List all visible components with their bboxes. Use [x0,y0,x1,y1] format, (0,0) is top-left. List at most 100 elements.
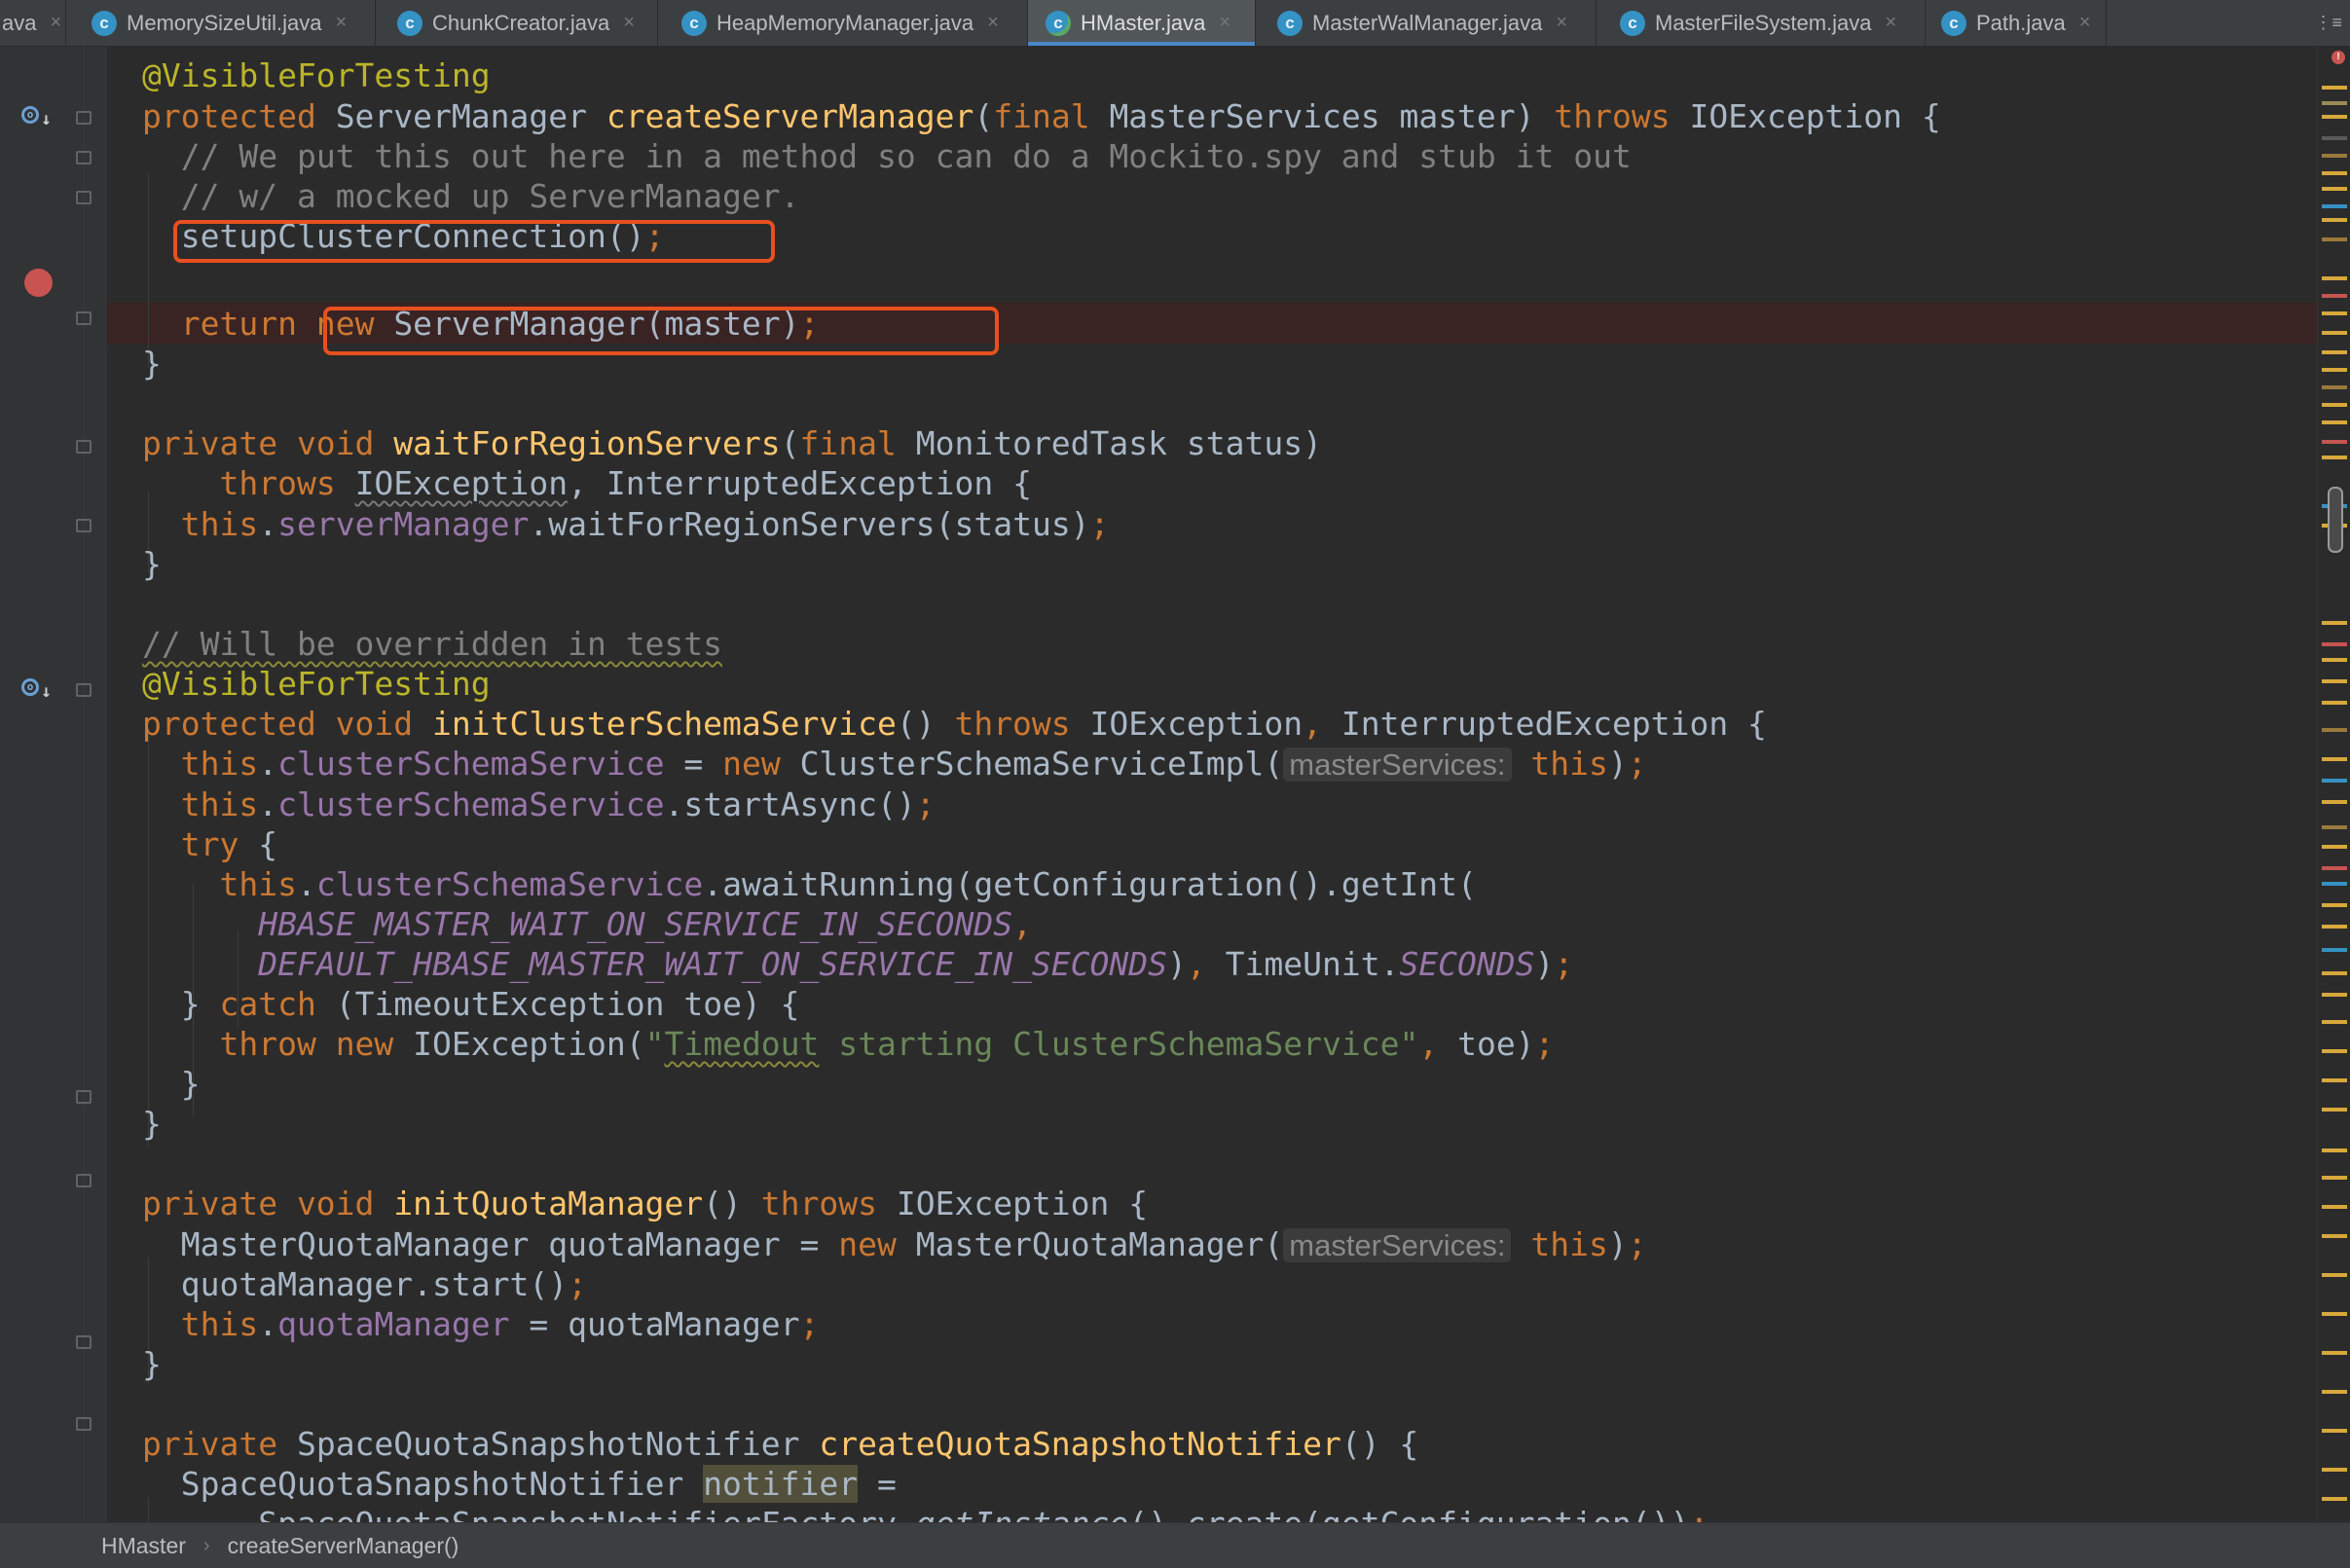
tab-partial[interactable]: ava × [0,0,66,46]
code-line-11[interactable]: this.serverManager.waitForRegionServers(… [142,504,1110,545]
constructor-call: MasterQuotaManager( [915,1225,1284,1263]
scrollbar-thumb[interactable] [2328,487,2343,553]
keyword: this [1511,745,1608,783]
tab-masterwalmanager[interactable]: c MasterWalManager.java × [1256,0,1597,46]
fold-marker-icon[interactable] [76,1417,92,1431]
close-icon[interactable]: × [987,12,999,34]
error-indicator-icon[interactable]: ! [2332,51,2345,64]
code-line-36[interactable]: SpaceQuotaSnapshotNotifierFactory.getIns… [142,1504,1708,1522]
semicolon: ; [1627,745,1647,783]
close-icon[interactable]: × [1219,12,1230,34]
code-line-28[interactable]: private void initQuotaManager() throws I… [142,1184,1148,1224]
code-line-25[interactable]: } [142,1064,201,1105]
code-line-24[interactable]: throw new IOException("Timedout starting… [142,1024,1554,1065]
semicolon: ; [915,785,936,823]
override-method-icon[interactable]: o ↓ [21,675,52,702]
punct: ( [973,97,994,135]
error-stripe[interactable] [2317,47,2350,1522]
tab-heapmemorymanager[interactable]: c HeapMemoryManager.java × [658,0,1028,46]
code-line-4[interactable]: // w/ a mocked up ServerManager. [142,176,800,217]
type: TimeUnit. [1225,945,1400,983]
close-icon[interactable]: × [50,12,61,34]
editor-gutter[interactable] [0,47,107,1522]
c-class-locked-icon: c [1941,10,1966,36]
keyword: new [838,1225,916,1263]
fold-marker-icon[interactable] [76,1090,92,1104]
exception-warning: IOException [354,464,569,502]
fold-marker-icon[interactable] [76,683,92,697]
tab-label: HMaster.java [1081,10,1206,35]
keyword: final [799,424,916,462]
static-method-call: getInstance [916,1505,1129,1522]
punct: . [258,505,278,543]
code-line-1[interactable]: @VisibleForTesting [142,55,491,96]
close-icon[interactable]: × [1886,12,1897,34]
tab-chunkcreator[interactable]: c ChunkCreator.java × [376,0,658,46]
code-line-26[interactable]: } [142,1104,162,1145]
code-line-18[interactable]: this.clusterSchemaService.startAsync(); [142,784,936,825]
keyword: this [180,785,259,823]
code-line-3[interactable]: // We put this out here in a method so c… [142,136,1632,177]
method-name: initClusterSchemaService [432,705,897,743]
code-line-21[interactable]: HBASE_MASTER_WAIT_ON_SERVICE_IN_SECONDS, [142,904,1032,945]
fold-marker-icon[interactable] [76,111,92,125]
tab-hmaster[interactable]: c HMaster.java × [1028,0,1256,46]
code-line-34[interactable]: private SpaceQuotaSnapshotNotifier creat… [142,1424,1418,1465]
field: serverManager [277,505,530,543]
keyword: new [722,745,800,783]
fold-marker-icon[interactable] [76,191,92,204]
semicolon: ; [799,1305,820,1343]
code-line-22[interactable]: DEFAULT_HBASE_MASTER_WAIT_ON_SERVICE_IN_… [142,944,1573,985]
fold-marker-icon[interactable] [76,311,92,325]
exception: IOException [1089,705,1304,743]
annotation: @VisibleForTesting [142,56,491,94]
breadcrumb-method[interactable]: createServerManager() [228,1533,459,1559]
fold-marker-icon[interactable] [76,519,92,532]
code-line-30[interactable]: quotaManager.start(); [142,1264,587,1305]
breadcrumb-class[interactable]: HMaster [101,1533,186,1559]
fold-marker-icon[interactable] [76,151,92,164]
brace: } [142,545,162,583]
semicolon: ; [1089,505,1110,543]
code-line-12[interactable]: } [142,544,162,585]
tab-memorysizeutil[interactable]: c MemorySizeUtil.java × [66,0,376,46]
fold-marker-icon[interactable] [76,1335,92,1349]
code-line-2[interactable]: protected ServerManager createServerMana… [142,96,1941,137]
keyword: return [180,305,316,343]
code-line-31[interactable]: this.quotaManager = quotaManager; [142,1304,820,1345]
code-line-15[interactable]: @VisibleForTesting [142,664,491,705]
tab-label: HeapMemoryManager.java [716,10,974,35]
code-line-29[interactable]: MasterQuotaManager quotaManager = new Ma… [142,1224,1647,1265]
code-line-14[interactable]: // Will be overridden in tests [142,624,722,665]
annotation: @VisibleForTesting [142,665,491,703]
breakpoint-icon[interactable] [24,269,53,297]
code-line-35[interactable]: SpaceQuotaSnapshotNotifier notifier = [142,1464,897,1505]
fold-marker-icon[interactable] [76,440,92,454]
code-line-16[interactable]: protected void initClusterSchemaService(… [142,704,1767,745]
code-line-9[interactable]: private void waitForRegionServers(final … [142,423,1322,464]
tab-label: MemorySizeUtil.java [127,10,322,35]
keyword: protected void [142,705,433,743]
code-editor[interactable]: @VisibleForTesting protected ServerManag… [107,47,2317,1522]
close-icon[interactable]: × [2079,12,2091,34]
keyword: this [180,505,259,543]
tab-path[interactable]: c Path.java × [1926,0,2107,46]
code-line-23[interactable]: } catch (TimeoutException toe) { [142,984,800,1025]
tab-overflow-menu-icon[interactable]: ⋮≡ [2314,0,2342,46]
code-line-20[interactable]: this.clusterSchemaService.awaitRunning(g… [142,864,1476,905]
close-icon[interactable]: × [623,12,635,34]
close-icon[interactable]: × [1556,12,1567,34]
keyword: throws [954,705,1090,743]
keyword: final [993,97,1110,135]
code-line-32[interactable]: } [142,1344,162,1385]
code-line-10[interactable]: throws IOException, InterruptedException… [142,463,1031,504]
tab-masterfilesystem[interactable]: c MasterFileSystem.java × [1597,0,1926,46]
code-line-17[interactable]: this.clusterSchemaService = new ClusterS… [142,744,1647,784]
brace: } [142,345,162,383]
fold-marker-icon[interactable] [76,1174,92,1187]
close-icon[interactable]: × [336,12,348,34]
override-method-icon[interactable]: o ↓ [21,103,52,129]
code-line-19[interactable]: try { [142,824,277,865]
method-name: initQuotaManager [393,1185,704,1222]
code-line-7[interactable]: } [142,344,162,384]
